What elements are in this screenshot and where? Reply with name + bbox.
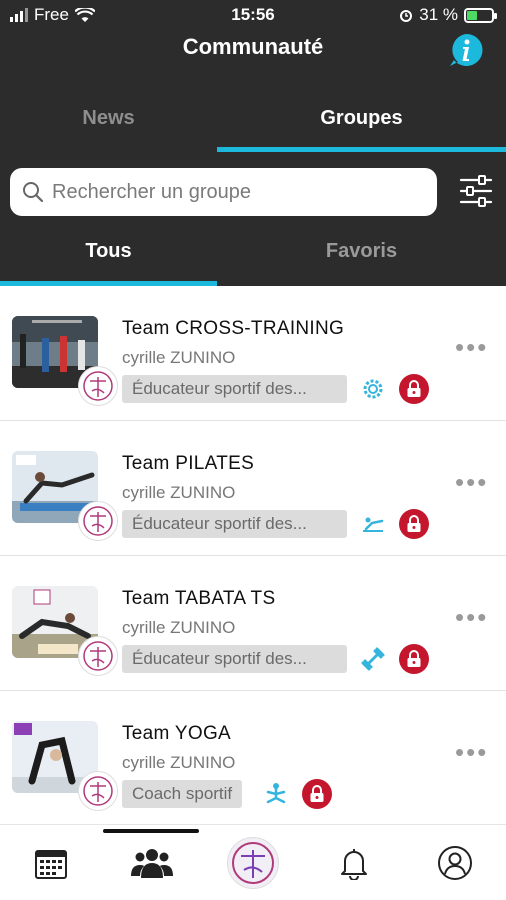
profile-icon bbox=[437, 846, 472, 880]
community-icon bbox=[130, 849, 173, 878]
owner-role-badge: Éducateur sportif des... bbox=[122, 645, 347, 673]
yoga-icon bbox=[266, 783, 286, 804]
lock-icon bbox=[310, 785, 324, 802]
bottom-nav bbox=[0, 824, 506, 900]
more-options-icon[interactable]: ••• bbox=[455, 469, 488, 495]
owner-role-badge: Coach sportif bbox=[122, 780, 243, 808]
owner-avatar bbox=[78, 501, 118, 541]
sliders-icon bbox=[459, 175, 493, 207]
more-options-icon[interactable]: ••• bbox=[455, 739, 488, 765]
calendar-icon bbox=[34, 850, 67, 879]
group-filter-tabs: Tous Favoris bbox=[0, 226, 506, 286]
tab-tous[interactable]: Tous bbox=[0, 226, 217, 286]
page-title: Communauté bbox=[182, 34, 324, 59]
group-owner: cyrille ZUNINO bbox=[122, 618, 236, 637]
search-icon bbox=[23, 182, 44, 203]
more-options-icon[interactable]: ••• bbox=[455, 334, 488, 360]
group-name: Team PILATES bbox=[122, 453, 255, 474]
lock-icon bbox=[407, 515, 421, 532]
filter-button[interactable] bbox=[458, 173, 494, 209]
group-owner: cyrille ZUNINO bbox=[122, 348, 236, 367]
dumbbell-icon bbox=[361, 647, 385, 671]
tab-favoris[interactable]: Favoris bbox=[217, 226, 506, 286]
nav-community[interactable] bbox=[101, 825, 202, 900]
owner-avatar bbox=[78, 771, 118, 811]
lock-badge bbox=[399, 374, 429, 404]
status-right: 31 % bbox=[399, 5, 497, 25]
lock-icon bbox=[407, 650, 421, 667]
group-row[interactable]: Team CROSS-TRAINING cyrille ZUNINO Éduca… bbox=[0, 286, 506, 421]
app-header: Free 15:56 31 % Communauté News Groupes bbox=[0, 0, 506, 286]
group-name: Team TABATA TS bbox=[122, 588, 276, 609]
lock-badge bbox=[399, 644, 429, 674]
nav-home-logo[interactable] bbox=[202, 825, 303, 900]
nav-calendar[interactable] bbox=[0, 825, 101, 900]
owner-avatar bbox=[78, 366, 118, 406]
battery-percent: 31 % bbox=[419, 5, 458, 24]
main-tabs: News Groupes bbox=[0, 96, 506, 152]
status-bar: Free 15:56 31 % bbox=[0, 0, 506, 30]
owner-role-badge: Éducateur sportif des... bbox=[122, 510, 347, 538]
gear-sport-icon bbox=[363, 379, 383, 399]
alarm-icon bbox=[400, 10, 413, 22]
owner-role-badge: Éducateur sportif des... bbox=[122, 375, 347, 403]
lock-badge bbox=[302, 779, 332, 809]
tab-news[interactable]: News bbox=[0, 96, 217, 152]
group-owner: cyrille ZUNINO bbox=[122, 483, 236, 502]
more-options-icon[interactable]: ••• bbox=[455, 604, 488, 630]
group-name: Team YOGA bbox=[122, 723, 231, 744]
lock-icon bbox=[407, 380, 421, 397]
group-row[interactable]: Team PILATES cyrille ZUNINO Éducateur sp… bbox=[0, 421, 506, 556]
pilates-icon bbox=[363, 517, 384, 532]
nav-profile[interactable] bbox=[404, 825, 505, 900]
group-owner: cyrille ZUNINO bbox=[122, 753, 236, 772]
nav-notifications[interactable] bbox=[303, 825, 404, 900]
battery-icon bbox=[464, 7, 497, 23]
app-logo bbox=[226, 837, 279, 889]
owner-avatar bbox=[78, 636, 118, 676]
group-row[interactable]: Team TABATA TS cyrille ZUNINO Éducateur … bbox=[0, 556, 506, 691]
search-input[interactable] bbox=[52, 176, 422, 208]
lock-badge bbox=[399, 509, 429, 539]
bell-icon bbox=[340, 849, 367, 880]
group-row[interactable]: Team YOGA cyrille ZUNINO Coach sportif •… bbox=[0, 691, 506, 826]
tab-groupes[interactable]: Groupes bbox=[217, 96, 506, 152]
info-button[interactable] bbox=[448, 32, 484, 68]
group-name: Team CROSS-TRAINING bbox=[122, 318, 345, 339]
search-bar bbox=[10, 168, 437, 216]
info-icon bbox=[450, 33, 483, 66]
